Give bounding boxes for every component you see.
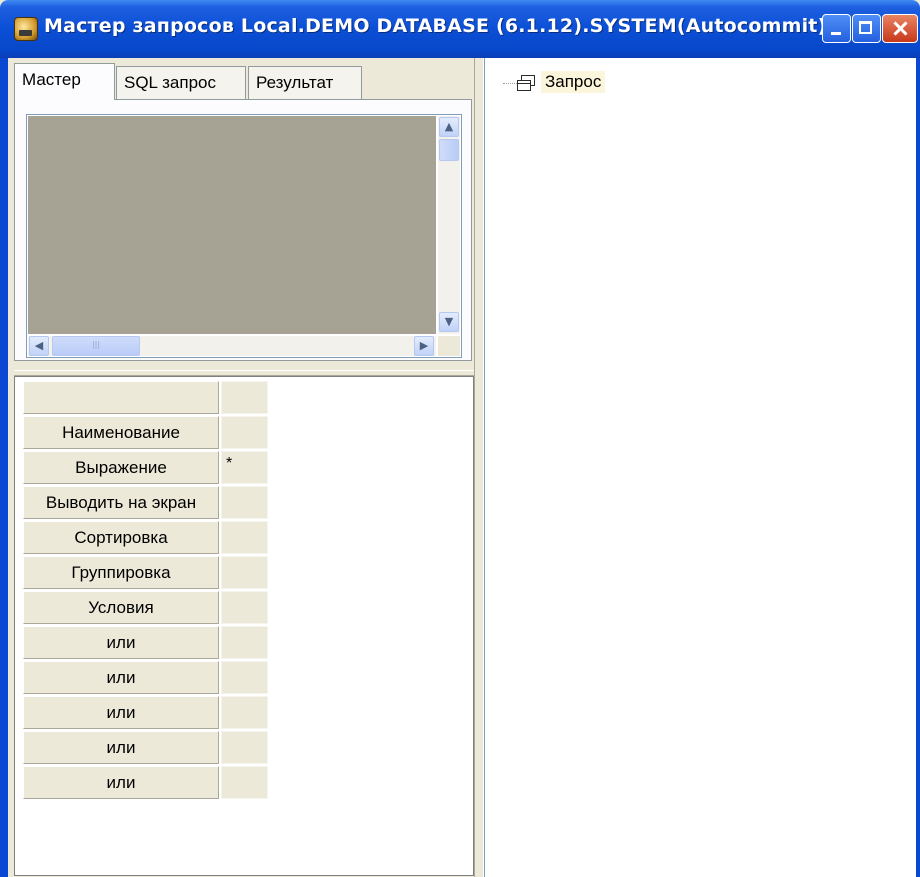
row-header: Выражение	[23, 451, 219, 484]
row-header: Наименование	[23, 416, 219, 449]
title-bar[interactable]: Мастер запросов Local.DEMO DATABASE (6.1…	[0, 0, 920, 58]
grid-cell[interactable]	[221, 696, 268, 729]
wizard-panel: Мастер SQL запрос Результат ▲ ▼ ◀ ||| ▶	[8, 58, 474, 877]
maximize-button[interactable]	[852, 14, 881, 43]
grid-cell[interactable]	[221, 486, 268, 519]
window-border-right	[916, 58, 920, 877]
grid-cell[interactable]	[221, 731, 268, 764]
close-button[interactable]	[882, 14, 918, 43]
scroll-left-icon[interactable]: ◀	[29, 336, 49, 356]
tree-node-query[interactable]: Запрос	[541, 71, 606, 93]
grid-cell[interactable]	[221, 626, 268, 659]
scroll-right-icon[interactable]: ▶	[414, 336, 434, 356]
query-wizard-window: Мастер запросов Local.DEMO DATABASE (6.1…	[0, 0, 920, 877]
vertical-splitter[interactable]	[474, 58, 484, 877]
database-app-icon[interactable]	[14, 17, 38, 41]
grid-cell[interactable]	[221, 416, 268, 449]
vertical-scrollbar[interactable]: ▲ ▼	[438, 116, 460, 334]
grid-cell[interactable]	[221, 556, 268, 589]
grid-column-header[interactable]	[221, 381, 268, 414]
row-header: Условия	[23, 591, 219, 624]
grid-cell[interactable]: *	[221, 451, 268, 484]
row-header: или	[23, 696, 219, 729]
row-header: Группировка	[23, 556, 219, 589]
query-tables-icon[interactable]	[517, 75, 537, 92]
horizontal-scrollbar[interactable]: ◀ ||| ▶	[28, 336, 436, 356]
row-header: или	[23, 661, 219, 694]
minimize-button[interactable]	[822, 14, 851, 43]
grid-cell[interactable]	[221, 591, 268, 624]
scrollbar-corner	[438, 336, 460, 356]
row-header: или	[23, 731, 219, 764]
row-header: Выводить на экран	[23, 486, 219, 519]
tab-sql-query[interactable]: SQL запрос	[116, 66, 246, 99]
query-tree-panel: Запрос	[484, 58, 916, 877]
row-header: Сортировка	[23, 521, 219, 554]
window-title: Мастер запросов Local.DEMO DATABASE (6.1…	[44, 15, 827, 37]
vertical-scroll-thumb[interactable]	[439, 139, 459, 161]
scroll-down-icon[interactable]: ▼	[439, 312, 459, 332]
scroll-up-icon[interactable]: ▲	[439, 117, 459, 137]
row-header: или	[23, 626, 219, 659]
row-header: или	[23, 766, 219, 799]
grid-corner-header	[23, 381, 219, 414]
diagram-canvas[interactable]	[28, 116, 436, 334]
horizontal-scroll-thumb[interactable]: |||	[52, 336, 140, 356]
tree-connector	[503, 83, 517, 84]
grid-cell[interactable]	[221, 521, 268, 554]
tables-diagram-area[interactable]: ▲ ▼ ◀ ||| ▶	[26, 114, 462, 358]
tab-result[interactable]: Результат	[248, 66, 362, 99]
query-fields-grid: Наименование Выражение * Выводить на экр…	[14, 376, 474, 876]
window-border-left	[0, 58, 8, 877]
tab-master[interactable]: Мастер	[14, 63, 115, 100]
grid-cell[interactable]	[221, 661, 268, 694]
grid-cell[interactable]	[221, 766, 268, 799]
